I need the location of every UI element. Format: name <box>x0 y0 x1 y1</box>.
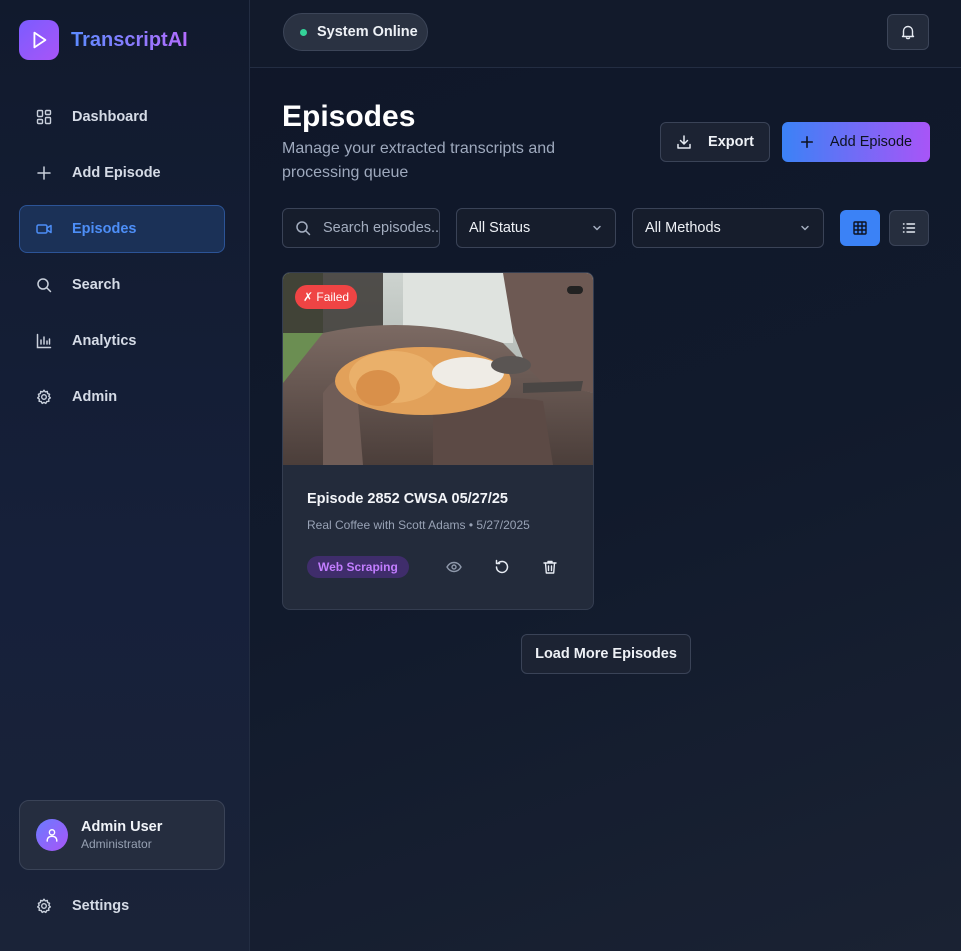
page-subtitle: Manage your extracted transcripts and pr… <box>282 140 556 181</box>
refresh-icon <box>494 559 510 575</box>
status-dot-icon <box>300 28 307 36</box>
user-name: Admin User <box>81 819 163 835</box>
list-view-button[interactable] <box>889 210 929 246</box>
episode-card[interactable]: ✗ Failed Episode 2852 CWSA 05/27/25 Real… <box>282 272 594 610</box>
search-input[interactable] <box>323 220 439 236</box>
sidebar-item-label: Search <box>72 277 121 293</box>
avatar <box>36 819 68 851</box>
video-icon <box>36 221 52 237</box>
bell-icon <box>900 24 916 40</box>
eye-icon <box>446 559 462 575</box>
gear-icon <box>36 898 52 914</box>
gear-icon <box>36 389 52 405</box>
dashboard-icon <box>36 109 52 125</box>
trash-icon <box>542 559 558 575</box>
brand[interactable]: TranscriptAI <box>19 20 188 60</box>
search-icon <box>295 220 311 236</box>
notifications-button[interactable] <box>887 14 929 50</box>
sidebar: TranscriptAI Dashboard Add Episode Episo… <box>0 0 250 951</box>
status-text: System Online <box>317 24 418 40</box>
user-role: Administrator <box>81 837 152 851</box>
play-logo-icon <box>19 20 59 60</box>
topbar: System Online <box>250 0 961 68</box>
retry-episode-button[interactable] <box>492 557 512 577</box>
add-episode-button[interactable]: Add Episode <box>782 122 930 162</box>
system-status-badge: System Online <box>283 13 428 51</box>
sidebar-item-label: Analytics <box>72 333 137 349</box>
export-label: Export <box>708 134 754 150</box>
load-more-button[interactable]: Load More Episodes <box>521 634 691 674</box>
episode-thumbnail: ✗ Failed <box>283 273 593 465</box>
grid-icon <box>853 221 867 235</box>
sidebar-item-dashboard[interactable]: Dashboard <box>19 93 225 141</box>
episode-show: Real Coffee with Scott Adams <box>307 518 466 532</box>
sidebar-item-search[interactable]: Search <box>19 261 225 309</box>
method-filter-value: All Methods <box>645 220 721 236</box>
search-field[interactable] <box>282 208 440 248</box>
app-name: TranscriptAI <box>71 28 188 51</box>
plus-icon <box>36 165 52 181</box>
status-filter-value: All Status <box>469 220 531 236</box>
card-toggle-indicator <box>567 286 583 294</box>
sidebar-item-episodes[interactable]: Episodes <box>19 205 225 253</box>
list-icon <box>902 221 916 235</box>
method-filter-select[interactable]: All Methods <box>632 208 824 248</box>
episode-meta: Real Coffee with Scott Adams • 5/27/2025 <box>307 518 530 532</box>
add-episode-label: Add Episode <box>829 134 913 150</box>
sidebar-item-label: Settings <box>72 898 130 914</box>
chevron-down-icon <box>591 222 603 234</box>
download-icon <box>676 134 692 150</box>
sidebar-item-admin[interactable]: Admin <box>19 373 225 421</box>
grid-view-button[interactable] <box>840 210 880 246</box>
sidebar-item-settings[interactable]: Settings <box>19 882 225 930</box>
episode-title[interactable]: Episode 2852 CWSA 05/27/25 <box>307 491 508 507</box>
export-button[interactable]: Export <box>660 122 770 162</box>
sidebar-nav: Dashboard Add Episode Episodes Search An… <box>19 93 225 429</box>
chevron-down-icon <box>799 222 811 234</box>
bar-chart-icon <box>36 333 52 349</box>
sidebar-item-label: Dashboard <box>72 109 148 125</box>
plus-icon <box>800 135 814 149</box>
sidebar-item-label: Admin <box>72 389 118 405</box>
view-episode-button[interactable] <box>444 557 464 577</box>
sidebar-item-analytics[interactable]: Analytics <box>19 317 225 365</box>
delete-episode-button[interactable] <box>540 557 560 577</box>
method-badge: Web Scraping <box>307 556 409 578</box>
search-icon <box>36 277 52 293</box>
sidebar-item-label: Add Episode <box>72 165 161 181</box>
status-badge-failed: ✗ Failed <box>295 285 358 309</box>
sidebar-item-label: Episodes <box>72 221 137 237</box>
user-card[interactable]: Admin User Administrator <box>19 800 225 870</box>
sidebar-item-add-episode[interactable]: Add Episode <box>19 149 225 197</box>
page-title: Episodes <box>282 100 416 133</box>
episode-date: 5/27/2025 <box>476 518 530 532</box>
status-filter-select[interactable]: All Status <box>456 208 616 248</box>
